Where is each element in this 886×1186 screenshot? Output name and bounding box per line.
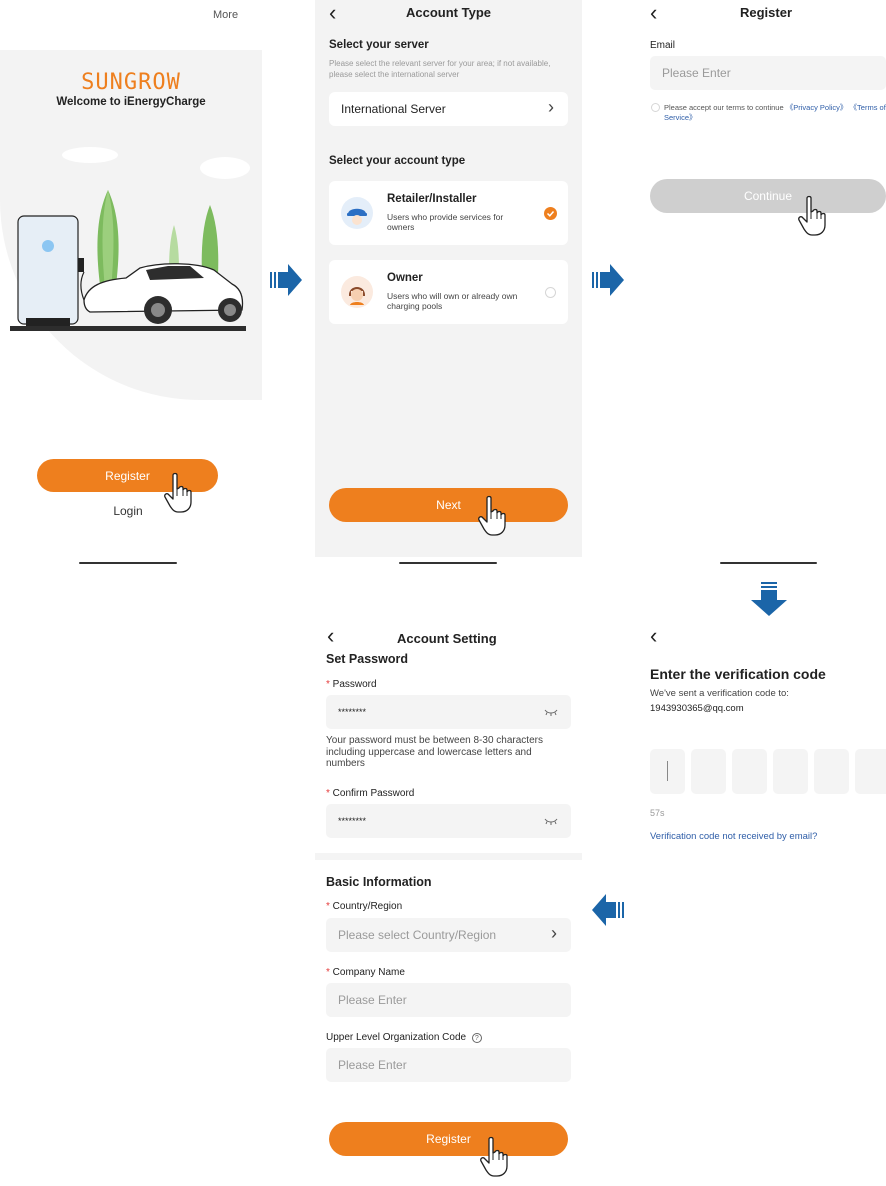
- register-screen: ‹ Register Email Please Enter Please acc…: [636, 0, 886, 572]
- login-link[interactable]: Login: [0, 504, 256, 518]
- owner-avatar-icon: [341, 276, 373, 308]
- back-arrow-icon[interactable]: ‹: [650, 625, 657, 647]
- option-title: Owner: [387, 272, 423, 284]
- chevron-right-icon: ›: [551, 923, 557, 943]
- code-digit-5[interactable]: [814, 749, 849, 794]
- sent-to-text: We've sent a verification code to:: [650, 688, 789, 699]
- check-circle-icon: [544, 207, 557, 220]
- continue-button[interactable]: Continue: [650, 179, 886, 213]
- arrow-right-icon: [270, 264, 302, 296]
- option-description: Users who provide services for owners: [387, 212, 504, 232]
- help-circle-icon[interactable]: ?: [471, 1033, 482, 1043]
- eye-closed-icon[interactable]: [544, 817, 558, 825]
- back-arrow-icon[interactable]: ‹: [650, 2, 657, 24]
- basic-info-heading: Basic Information: [326, 875, 432, 889]
- arrow-down-icon: [751, 582, 787, 616]
- option-title: Retailer/Installer: [387, 193, 477, 205]
- ev-charging-illustration: [10, 147, 250, 331]
- back-arrow-icon[interactable]: ‹: [327, 625, 334, 647]
- account-option-retailer[interactable]: Retailer/Installer Users who provide ser…: [329, 181, 568, 245]
- company-name-field[interactable]: Please Enter: [326, 983, 571, 1017]
- server-value: International Server: [341, 102, 446, 116]
- terms-prefix: Please accept our terms to continue: [664, 103, 784, 112]
- account-option-owner[interactable]: Owner Users who will own or already own …: [329, 260, 568, 324]
- server-hint: Please select the relevant server for yo…: [329, 59, 551, 79]
- country-label-text: Country/Region: [332, 901, 403, 912]
- server-selector[interactable]: International Server ›: [329, 92, 568, 126]
- company-label: * Company Name: [326, 967, 405, 978]
- brand-logo: SUNGROW: [81, 70, 181, 95]
- terms-checkbox[interactable]: [651, 103, 660, 112]
- resend-code-link[interactable]: Verification code not received by email?: [650, 831, 817, 842]
- password-label-text: Password: [332, 679, 377, 690]
- home-indicator: [79, 562, 177, 564]
- section-divider: [315, 853, 582, 860]
- country-placeholder: Please select Country/Region: [338, 928, 497, 942]
- hand-pointer-icon: [476, 495, 510, 537]
- account-type-screen: ‹ Account Type Select your server Please…: [315, 0, 582, 557]
- installer-avatar-icon: [341, 197, 373, 229]
- password-value: ********: [338, 707, 367, 717]
- page-title: Account Type: [406, 5, 491, 20]
- email-label: Email: [650, 40, 676, 51]
- arrow-left-icon: [592, 894, 624, 926]
- org-code-placeholder: Please Enter: [338, 1058, 407, 1072]
- code-digit-3[interactable]: [732, 749, 767, 794]
- server-heading: Select your server: [329, 39, 429, 51]
- company-label-text: Company Name: [332, 967, 405, 978]
- verification-screen: ‹ Enter the verification code We've sent…: [636, 622, 886, 872]
- confirm-label-text: Confirm Password: [332, 788, 415, 799]
- continue-button-label: Continue: [743, 189, 793, 203]
- account-setting-screen: ‹ Account Setting Set Password * Passwor…: [315, 622, 582, 1186]
- page-title: Register: [740, 5, 793, 20]
- code-digit-6[interactable]: [855, 749, 886, 794]
- org-code-field[interactable]: Please Enter: [326, 1048, 571, 1082]
- terms-text: Please accept our terms to continue 《Pri…: [664, 103, 886, 122]
- welcome-text: Welcome to iEnergyCharge: [56, 96, 206, 108]
- password-hint: Your password must be between 8-30 chara…: [326, 735, 543, 769]
- next-button-label: Next: [436, 498, 461, 512]
- next-button[interactable]: Next: [329, 488, 568, 522]
- hand-pointer-icon: [478, 1136, 512, 1178]
- page-title: Account Setting: [397, 631, 497, 646]
- target-email: 1943930365@qq.com: [650, 703, 744, 714]
- account-type-heading: Select your account type: [329, 155, 466, 167]
- code-digit-1[interactable]: [650, 749, 685, 794]
- radio-unselected-icon: [545, 287, 556, 298]
- confirm-password-field[interactable]: ********: [326, 804, 571, 838]
- confirm-password-label: * Confirm Password: [326, 788, 415, 799]
- chevron-right-icon: ›: [548, 97, 554, 117]
- register-button-label: Register: [426, 1132, 471, 1146]
- more-link[interactable]: More: [213, 9, 238, 21]
- hand-pointer-icon: [796, 195, 830, 237]
- privacy-policy-link[interactable]: 《Privacy Policy》: [786, 103, 848, 112]
- register-button[interactable]: Register: [329, 1122, 568, 1156]
- email-field[interactable]: Please Enter: [650, 56, 886, 90]
- set-password-heading: Set Password: [326, 652, 408, 666]
- verification-heading: Enter the verification code: [650, 666, 826, 682]
- home-indicator: [720, 562, 817, 564]
- password-field[interactable]: ********: [326, 695, 571, 729]
- company-placeholder: Please Enter: [338, 993, 407, 1007]
- countdown-timer: 57s: [650, 808, 665, 818]
- country-selector[interactable]: Please select Country/Region ›: [326, 918, 571, 952]
- password-label: * Password: [326, 679, 377, 690]
- org-code-label: Upper Level Organization Code ?: [326, 1032, 482, 1043]
- country-label: * Country/Region: [326, 901, 403, 912]
- arrow-right-icon: [592, 264, 624, 296]
- home-indicator: [399, 562, 497, 564]
- welcome-screen: More SUNGROW Welcome to iEnergyCharge Re…: [0, 0, 262, 572]
- text-cursor: [667, 761, 668, 781]
- code-digit-4[interactable]: [773, 749, 808, 794]
- option-description: Users who will own or already own chargi…: [387, 291, 518, 311]
- org-code-label-text: Upper Level Organization Code: [326, 1032, 467, 1043]
- register-button-label: Register: [105, 468, 150, 483]
- confirm-password-value: ********: [338, 816, 367, 826]
- eye-closed-icon[interactable]: [544, 708, 558, 716]
- code-digit-2[interactable]: [691, 749, 726, 794]
- email-placeholder: Please Enter: [662, 66, 731, 80]
